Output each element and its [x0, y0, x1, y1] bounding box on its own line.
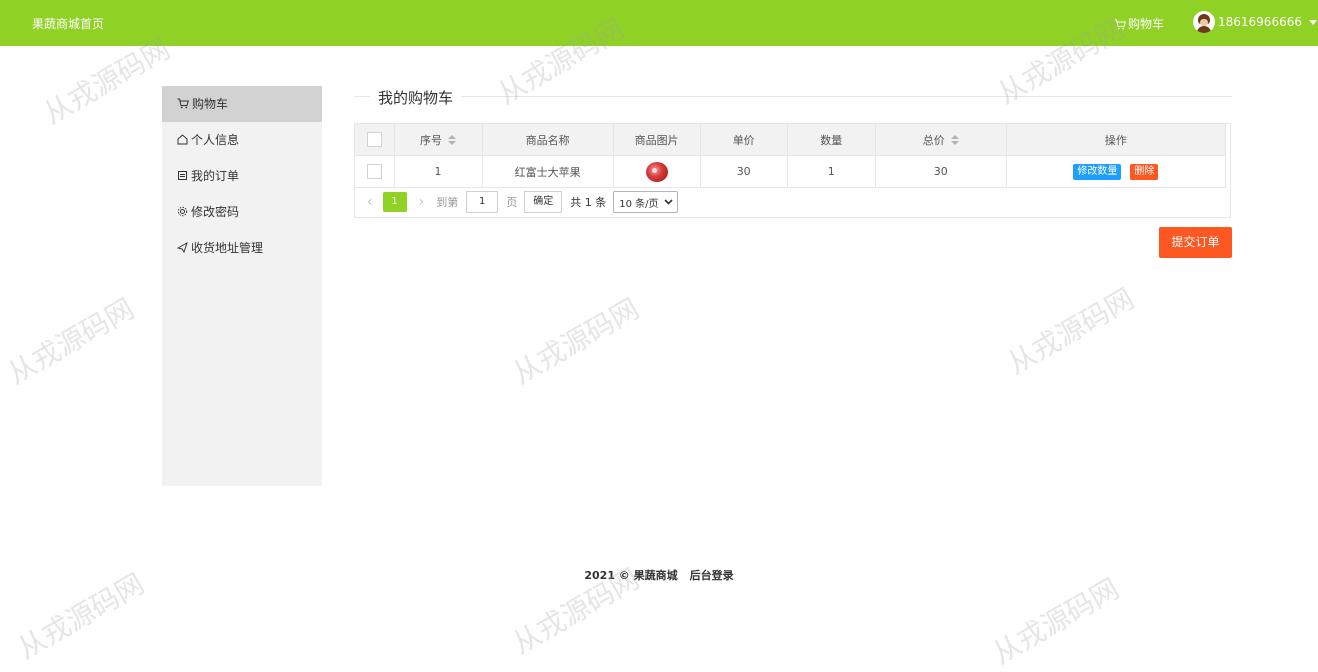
page-size-value: 10 条/页 — [619, 198, 659, 210]
admin-login-link[interactable]: 后台登录 — [690, 569, 734, 582]
page-suffix: 页 — [506, 196, 518, 209]
cell-actions: 修改数量 删除 — [1006, 155, 1227, 188]
watermark: 从戎源码网 — [986, 572, 1125, 671]
top-nav: 果蔬商城首页 购物车 18616966666 — [0, 0, 1318, 46]
gear-icon — [177, 206, 188, 217]
list-icon — [178, 171, 187, 180]
watermark: 从戎源码网 — [1, 292, 140, 391]
total-count: 共 1 条 — [570, 196, 607, 209]
column-header-label: 操作 — [1104, 133, 1127, 147]
page-title: 我的购物车 — [370, 87, 462, 108]
user-menu[interactable]: 18616966666 — [1193, 11, 1317, 33]
sidebar-item-orders[interactable]: 我的订单 — [162, 158, 322, 194]
submit-order-button[interactable]: 提交订单 — [1159, 227, 1232, 258]
send-icon — [176, 241, 188, 254]
goto-label: 到第 — [436, 196, 459, 209]
cell-product-image — [613, 155, 701, 188]
watermark: 从戎源码网 — [506, 292, 645, 391]
sidebar-item-label: 个人信息 — [191, 133, 240, 147]
chevron-down-icon — [663, 199, 673, 205]
column-header-label: 单价 — [732, 133, 755, 147]
next-page-icon[interactable]: › — [419, 194, 425, 210]
column-header: 操作 — [1006, 124, 1227, 156]
table-header-row: 序号 商品名称 商品图片 单价 数量 总价 操作 — [355, 124, 1227, 156]
column-header-label: 数量 — [820, 133, 843, 147]
column-header[interactable]: 总价 — [875, 124, 1007, 156]
pagination: ‹ 1 › 到第 1 页 确定 共 1 条 10 条/页 — [355, 187, 1230, 217]
sidebar-item-label: 购物车 — [192, 97, 229, 111]
edit-quantity-button[interactable]: 修改数量 — [1073, 163, 1122, 180]
cell-total: 30 — [875, 155, 1007, 188]
column-header: 商品名称 — [482, 124, 614, 156]
column-header-label: 总价 — [922, 133, 945, 147]
select-all-checkbox[interactable] — [366, 132, 382, 147]
column-header: 单价 — [700, 124, 788, 156]
column-header: 商品图片 — [613, 124, 701, 156]
apple-image — [645, 161, 668, 182]
column-header-label: 序号 — [420, 133, 443, 147]
table-row: 1 红富士大苹果 30 1 30 修改数量 删除 — [355, 155, 1227, 188]
select-all-cell — [355, 124, 395, 156]
sort-icon[interactable] — [448, 134, 457, 145]
home-icon — [177, 134, 188, 145]
watermark: 从戎源码网 — [1001, 282, 1140, 381]
nav-cart-link[interactable]: 购物车 — [1114, 15, 1164, 32]
brand-home-link[interactable]: 果蔬商城首页 — [32, 15, 104, 32]
row-select-cell — [355, 155, 395, 188]
copyright-text: 2021 © 果蔬商城 — [584, 569, 678, 582]
cell-quantity: 1 — [787, 155, 876, 188]
cell-price: 30 — [700, 155, 788, 188]
cart-table: 序号 商品名称 商品图片 单价 数量 总价 操作 1 红富士大苹果 30 1 3… — [354, 123, 1231, 218]
column-header-label: 商品图片 — [634, 133, 679, 147]
goto-confirm-button[interactable]: 确定 — [524, 191, 563, 213]
section-title: 我的购物车 — [354, 84, 1232, 108]
delete-button[interactable]: 删除 — [1130, 163, 1159, 180]
cart-icon — [177, 98, 189, 109]
chevron-down-icon — [1308, 19, 1317, 25]
cart-icon — [1114, 19, 1126, 30]
column-header-label: 商品名称 — [525, 133, 570, 147]
sidebar-item-password[interactable]: 修改密码 — [162, 194, 322, 230]
divider — [354, 96, 1232, 97]
sidebar-item-label: 我的订单 — [191, 169, 240, 183]
footer: 2021 © 果蔬商城 后台登录 — [0, 567, 1318, 583]
sidebar: 购物车 个人信息 我的订单 修改密码 收货地址管理 — [162, 86, 322, 486]
page-number-input[interactable]: 1 — [466, 191, 499, 213]
page-size-select[interactable]: 10 条/页 — [613, 191, 678, 213]
sidebar-item-label: 修改密码 — [191, 205, 240, 219]
sidebar-item-profile[interactable]: 个人信息 — [162, 122, 322, 158]
column-header: 数量 — [787, 124, 876, 156]
cell-product-name: 红富士大苹果 — [482, 155, 614, 188]
sort-icon[interactable] — [950, 134, 959, 145]
row-checkbox[interactable] — [366, 164, 382, 179]
sidebar-item-label: 收货地址管理 — [191, 241, 264, 255]
nav-cart-label: 购物车 — [1128, 17, 1165, 31]
column-header[interactable]: 序号 — [394, 124, 483, 156]
cell-index: 1 — [394, 155, 483, 188]
page-current[interactable]: 1 — [382, 192, 407, 212]
avatar — [1193, 11, 1215, 33]
prev-page-icon[interactable]: ‹ — [367, 194, 373, 210]
sidebar-item-address[interactable]: 收货地址管理 — [162, 230, 322, 266]
sidebar-item-cart[interactable]: 购物车 — [162, 86, 322, 122]
user-phone: 18616966666 — [1218, 15, 1302, 29]
